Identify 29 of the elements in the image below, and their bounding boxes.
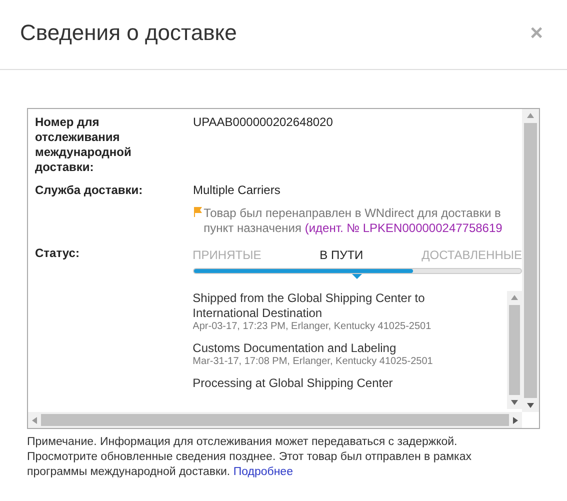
right-arrow-icon[interactable] <box>513 416 518 424</box>
status-step: ДОСТАВЛЕННЫЕ <box>422 246 522 264</box>
status-step: В ПУТИ <box>320 246 364 264</box>
note-text: Примечание. Информация для отслеживания может передаваться с задержкой. Просмотрите обновленные сведения позднее. Этот товар был отправлен в рамках программы международной доставки. Подробнее <box>27 435 472 480</box>
event-title: Processing at Global Shipping Center <box>192 376 394 391</box>
up-arrow-icon[interactable] <box>511 295 518 300</box>
field-label: Номер для отслеживания международной доставки: <box>35 115 132 175</box>
flag-icon <box>192 207 202 217</box>
status-step: ПРИНЯТЫЕ <box>192 246 262 264</box>
field-value: Multiple Carriers <box>193 183 280 198</box>
event-title: Customs Documentation and Labeling <box>192 341 398 356</box>
pointer-icon <box>352 274 362 279</box>
left-arrow-icon[interactable] <box>32 416 37 424</box>
event-title: Shipped from the Global Shipping Center to International Destination <box>192 291 426 321</box>
event-detail: Apr-03-17, 17:23 PM, Erlanger, Kentucky 41025-2501 <box>192 321 432 333</box>
down-arrow-icon[interactable] <box>511 400 518 405</box>
more-link[interactable]: Подробнее <box>233 466 293 478</box>
field-label: Статус: <box>35 246 80 262</box>
scrollbar[interactable] <box>28 412 522 428</box>
event-detail: Mar-31-17, 17:08 PM, Erlanger, Kentucky 41025-2501 <box>192 356 434 368</box>
field-value: UPAAB000000202648020 <box>193 115 333 131</box>
notice-text: Товар был перенаправлен в WNdirect для доставки в пункт назначения (идент. № LPKEN000000247758619 <box>204 206 504 236</box>
scrollbar[interactable] <box>507 291 522 409</box>
down-arrow-icon[interactable] <box>527 403 534 408</box>
up-arrow-icon[interactable] <box>527 113 534 118</box>
field-label: Служба доставки: <box>35 183 144 198</box>
tracking-link[interactable]: (идент. № LPKEN000000247758619 <box>304 221 502 235</box>
scrollbar[interactable] <box>522 109 539 412</box>
dialog-title: Сведения о доставке <box>20 19 237 47</box>
